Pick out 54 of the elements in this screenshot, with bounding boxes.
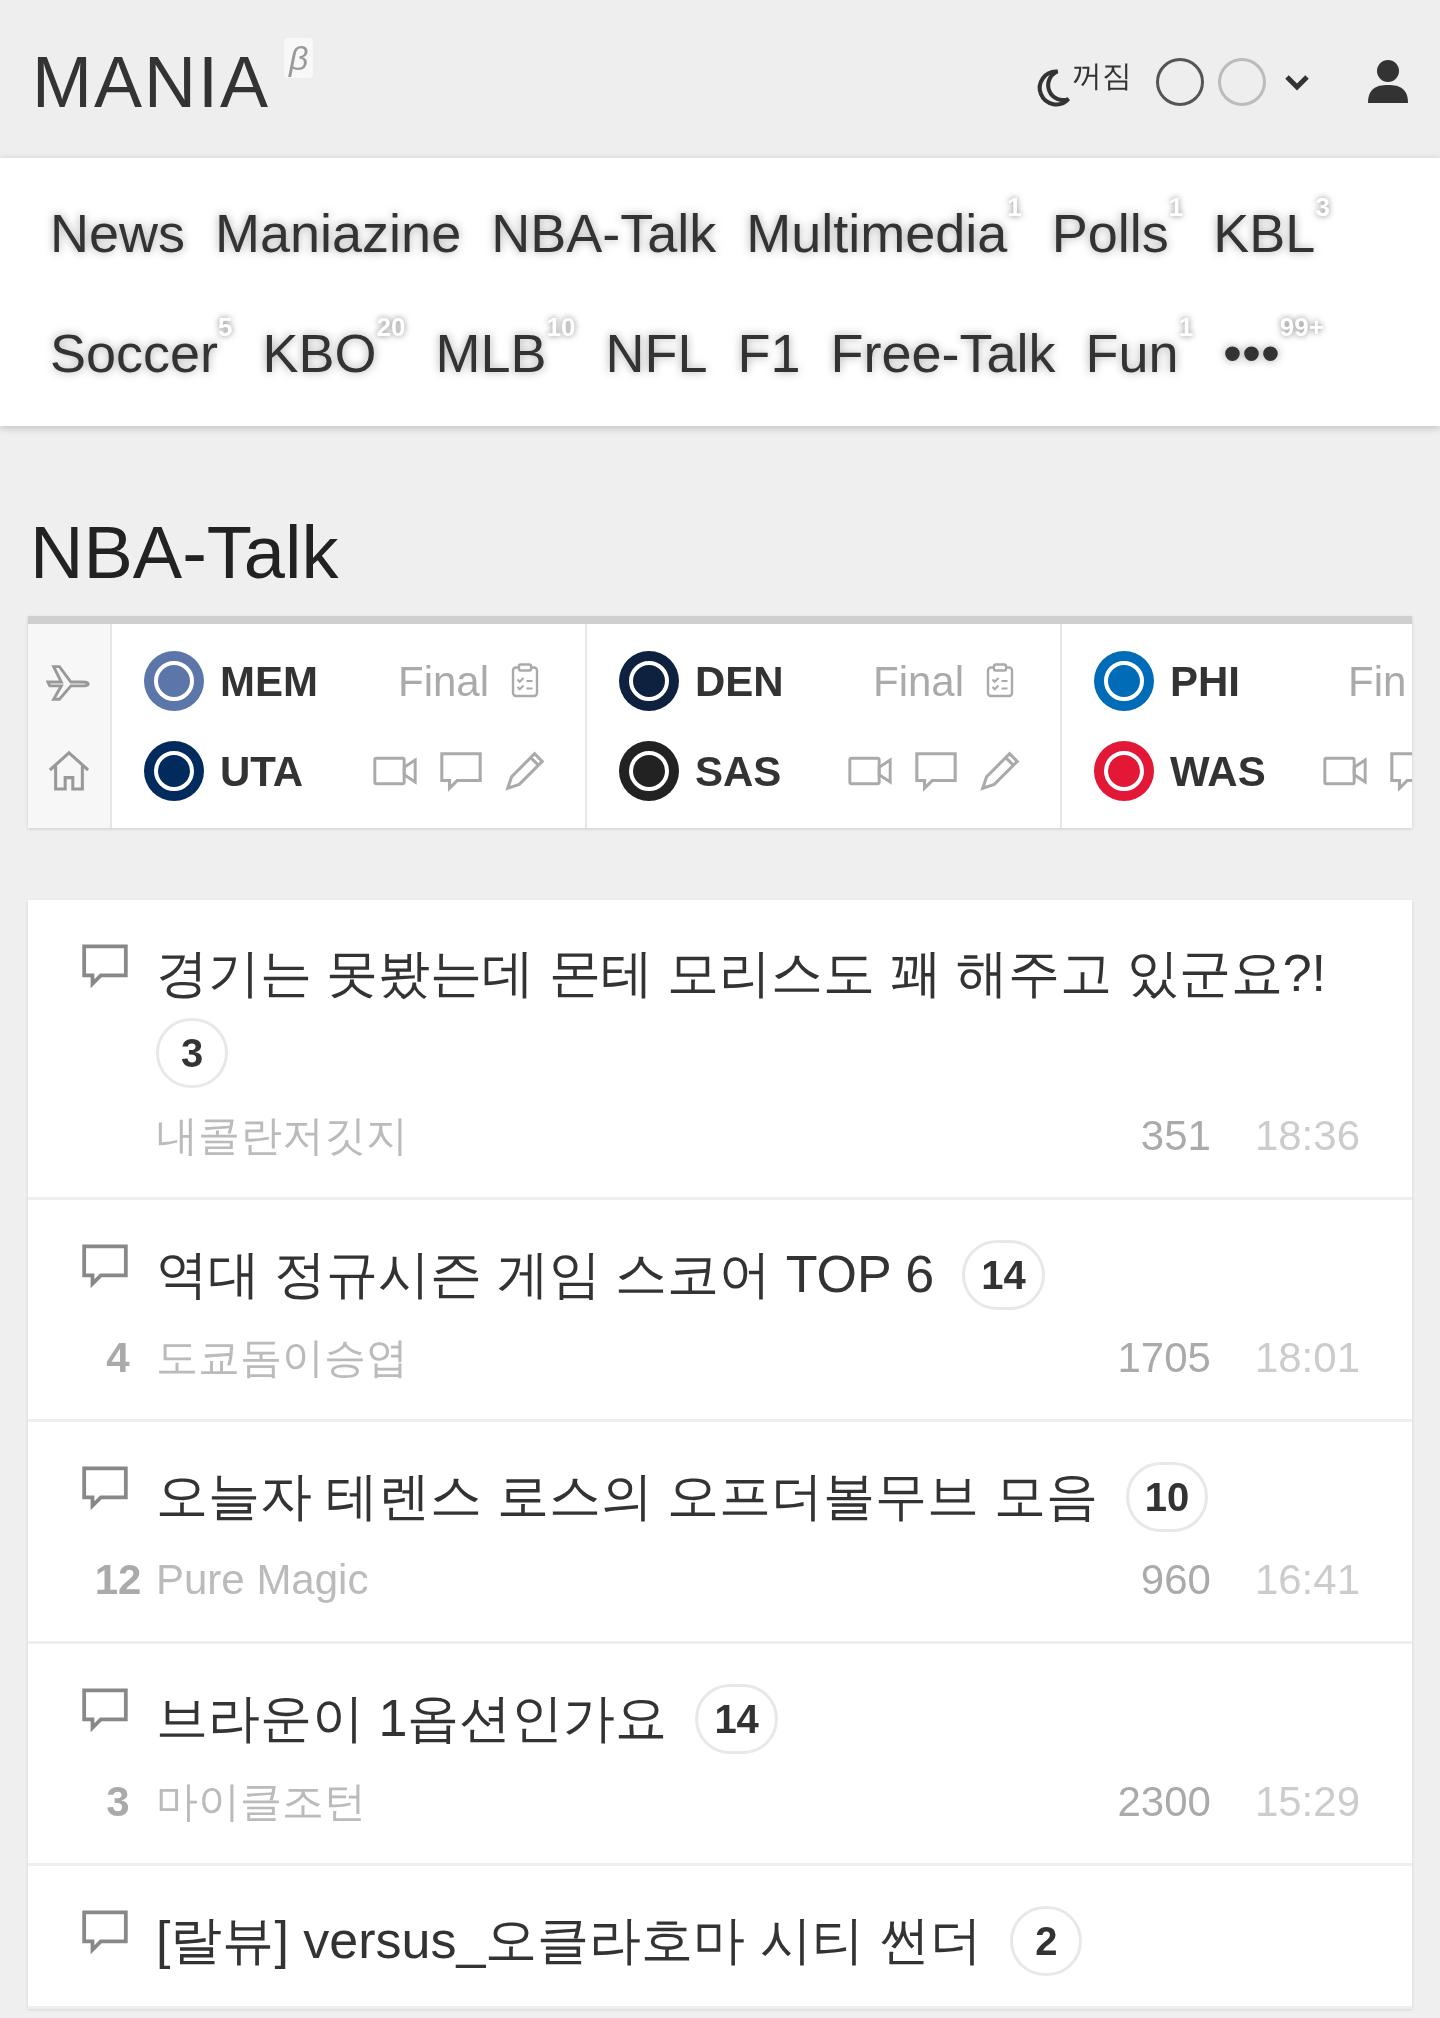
nav-link[interactable]: Free-Talk [830, 326, 1056, 380]
nav-count: 10 [546, 314, 576, 340]
team-abbreviation: UTA [220, 746, 305, 797]
post-title[interactable]: [랄뷰] versus_오클라호마 시티 썬더 [156, 1906, 983, 1975]
team-abbreviation: SAS [695, 746, 783, 797]
nav-link[interactable]: Fun [1085, 326, 1179, 380]
view-count: 1705 [1117, 1332, 1211, 1383]
game-status: Final [873, 656, 965, 707]
team-abbreviation: PHI [1170, 656, 1241, 707]
nav-link[interactable]: Multimedia [746, 206, 1008, 260]
view-count: 960 [1140, 1554, 1211, 1605]
game-status: Final [398, 656, 490, 707]
view-count: 351 [1140, 1110, 1211, 1161]
comment-count: 3 [156, 1017, 228, 1088]
post-title[interactable]: 오늘자 테렌스 로스의 오프더볼무브 모음 [156, 1462, 1098, 1531]
home-icon[interactable] [46, 748, 92, 791]
nav-link[interactable]: F1 [737, 326, 801, 380]
chevron-down-icon[interactable] [1282, 72, 1312, 92]
site-logo[interactable]: MANIA [32, 46, 271, 118]
game-status: Fin [1348, 656, 1407, 707]
nav-link[interactable]: KBO [262, 326, 377, 380]
team-abbreviation: DEN [695, 656, 785, 707]
nav-link[interactable]: Maniazine [215, 206, 462, 260]
nav-link[interactable]: ••• [1223, 326, 1280, 380]
nav-link[interactable]: Polls [1051, 206, 1169, 260]
nav-count: 3 [1315, 194, 1330, 220]
vote-count: 4 [106, 1332, 130, 1383]
comment-count: 14 [695, 1683, 778, 1754]
vote-count: 3 [106, 1776, 130, 1827]
post-title[interactable]: 경기는 못봤는데 몬테 모리스도 꽤 해주고 있군요?! [156, 940, 1327, 1008]
nav-link[interactable]: NBA-Talk [491, 206, 717, 260]
nav-link[interactable]: Soccer [50, 326, 219, 380]
user-icon[interactable] [1368, 59, 1408, 105]
nav-link[interactable]: KBL [1213, 206, 1316, 260]
comment-count: 2 [1010, 1905, 1083, 1976]
theme-swatch[interactable] [1156, 58, 1204, 106]
nav-link[interactable]: News [50, 206, 186, 260]
nav-count: 5 [218, 314, 233, 340]
view-count: 2300 [1117, 1776, 1211, 1827]
nav-link[interactable]: NFL [605, 326, 708, 380]
post-title[interactable]: 역대 정규시즌 게임 스코어 TOP 6 [156, 1240, 935, 1309]
comment-count: 14 [962, 1239, 1045, 1310]
theme-swatch[interactable] [1218, 58, 1266, 106]
vote-count: 12 [94, 1554, 142, 1605]
nav-count: 20 [376, 314, 406, 340]
nav-count: 99+ [1279, 314, 1324, 340]
team-abbreviation: WAS [1170, 746, 1267, 797]
page-title: NBA-Talk [29, 510, 340, 596]
nav-link[interactable]: MLB [435, 326, 547, 380]
beta-label: β [284, 38, 314, 78]
team-abbreviation: MEM [220, 656, 319, 707]
post-title[interactable]: 브라운이 1옵션인가요 [156, 1684, 668, 1753]
dark-mode-label[interactable]: 꺼짐 [1072, 52, 1132, 98]
comment-count: 10 [1125, 1461, 1209, 1532]
